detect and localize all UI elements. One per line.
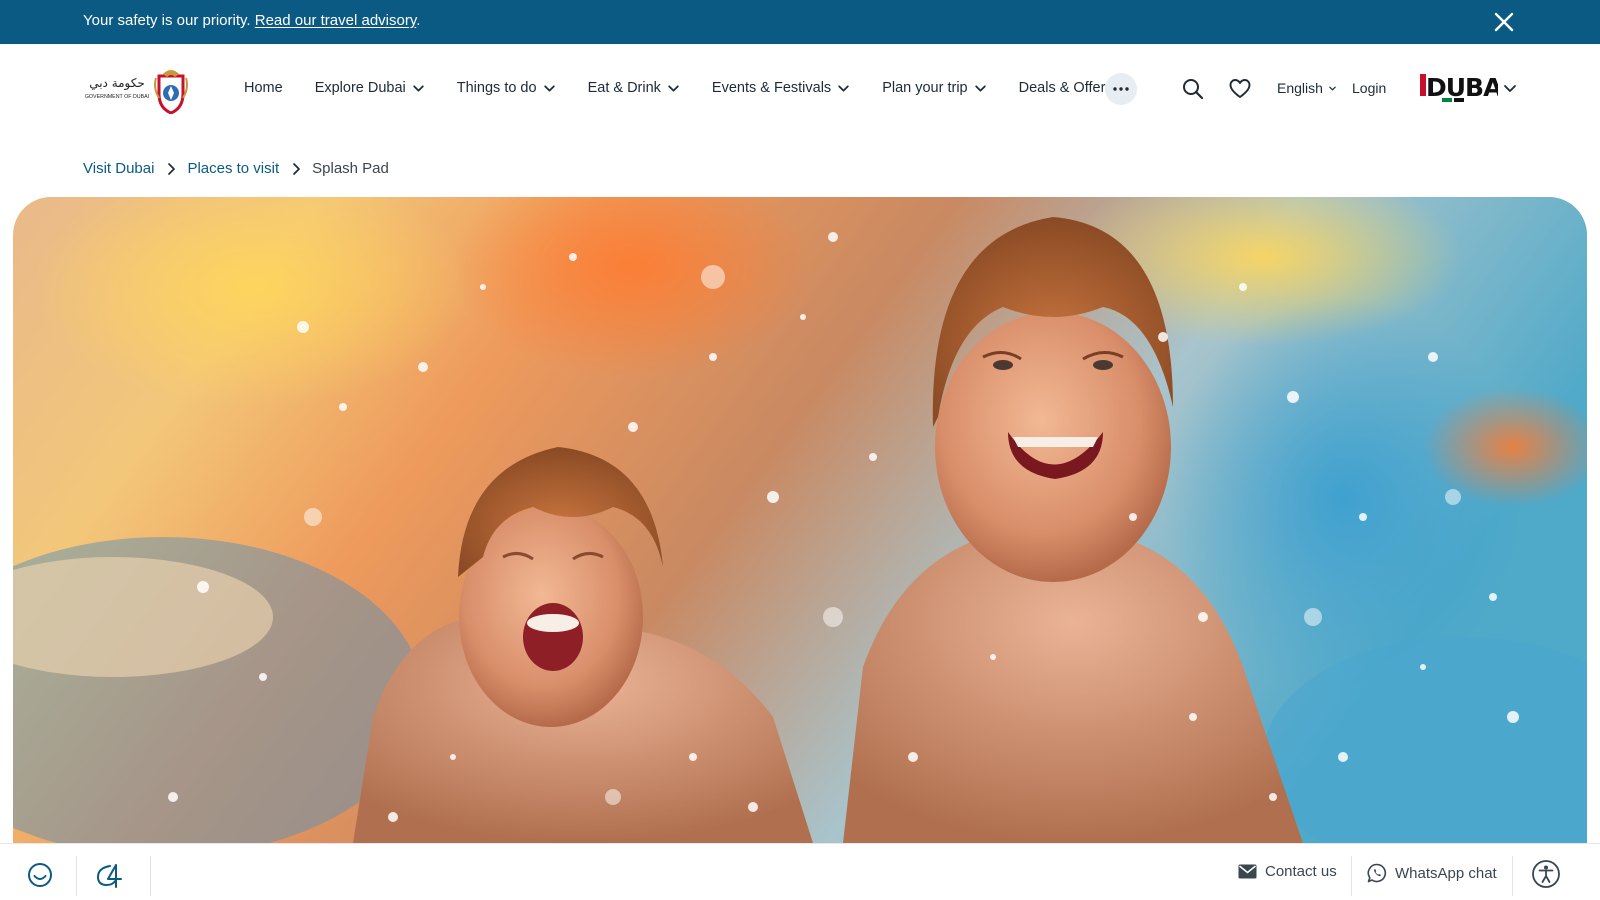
travel-advisory-link[interactable]: Read our travel advisory (255, 12, 416, 29)
chevron-down-icon (543, 84, 555, 92)
chevron-down-icon (668, 84, 679, 92)
divider (76, 856, 77, 896)
advisory-bar: Your safety is our priority. Read our tr… (0, 0, 1600, 44)
nav-home[interactable]: Home (244, 80, 283, 96)
accessibility-icon[interactable] (1531, 859, 1561, 894)
dubai-logo-text: DUBAI (1426, 73, 1498, 102)
nav-deals-offers-label: Deals & Offers (1018, 80, 1113, 96)
chevron-down-icon[interactable] (1503, 81, 1517, 95)
advisory-text: Your safety is our priority. (83, 12, 251, 29)
nav-things-to-do[interactable]: Things to do (457, 80, 556, 96)
advisory-message: Your safety is our priority. Read our tr… (83, 12, 420, 29)
breadcrumb-visit-dubai[interactable]: Visit Dubai (83, 160, 154, 177)
more-dots-icon (1113, 87, 1129, 91)
nav-explore-dubai-label: Explore Dubai (314, 80, 406, 96)
hero-image (13, 197, 1587, 843)
government-of-dubai-logo[interactable]: حكومة دبي GOVERNMENT OF DUBAI (83, 64, 205, 115)
search-icon[interactable] (1181, 77, 1205, 101)
whatsapp-chat-label: WhatsApp chat (1395, 864, 1497, 882)
nav-plan-your-trip[interactable]: Plan your trip (882, 80, 986, 96)
contact-us-link[interactable]: Contact us (1238, 863, 1337, 880)
chevron-right-icon (293, 162, 300, 175)
divider (150, 856, 151, 896)
expo-logo-icon[interactable] (94, 862, 124, 893)
gov-logo-arabic: حكومة دبي (89, 76, 145, 91)
site-header: حكومة دبي GOVERNMENT OF DUBAI Home Explo… (0, 44, 1600, 132)
gov-logo-english: GOVERNMENT OF DUBAI (85, 94, 149, 100)
close-icon[interactable] (1492, 10, 1516, 34)
whatsapp-icon (1367, 863, 1387, 883)
divider (1512, 856, 1513, 896)
nav-eat-drink-label: Eat & Drink (587, 80, 661, 96)
bottom-utility-bar: Contact us WhatsApp chat (0, 843, 1600, 900)
whatsapp-chat-link[interactable]: WhatsApp chat (1367, 863, 1497, 883)
nav-things-to-do-label: Things to do (456, 80, 537, 96)
nav-events-festivals[interactable]: Events & Festivals (712, 80, 850, 96)
chevron-down-icon (974, 84, 986, 92)
nav-explore-dubai[interactable]: Explore Dubai (315, 80, 425, 96)
advisory-suffix: . (416, 12, 421, 29)
chevron-right-icon (168, 162, 176, 175)
more-menu-button[interactable] (1105, 73, 1137, 105)
nav-eat-drink[interactable]: Eat & Drink (588, 80, 680, 96)
nav-plan-your-trip-label: Plan your trip (882, 80, 968, 96)
chevron-down-icon (1329, 86, 1336, 91)
breadcrumb-current-page: Splash Pad (312, 160, 389, 177)
nav-events-festivals-label: Events & Festivals (711, 80, 832, 96)
divider (1351, 856, 1352, 896)
main-nav: Home Explore Dubai Things to do Eat & Dr… (244, 78, 1132, 98)
smiley-icon[interactable] (27, 862, 53, 893)
language-selector[interactable]: English (1277, 80, 1337, 96)
heart-icon[interactable] (1228, 77, 1252, 101)
login-link[interactable]: Login (1352, 80, 1386, 96)
hero-photo-children-splashing (13, 197, 1587, 843)
breadcrumb-places-to-visit[interactable]: Places to visit (187, 160, 279, 177)
language-label: English (1277, 80, 1323, 96)
nav-home-label: Home (244, 80, 283, 96)
chevron-down-icon (413, 84, 424, 92)
contact-us-label: Contact us (1265, 863, 1337, 880)
chevron-down-icon (838, 84, 849, 92)
breadcrumb: Visit Dubai Places to visit Splash Pad (83, 160, 389, 177)
dubai-brand-logo[interactable]: DUBAI (1420, 70, 1511, 106)
mail-icon (1238, 864, 1257, 879)
